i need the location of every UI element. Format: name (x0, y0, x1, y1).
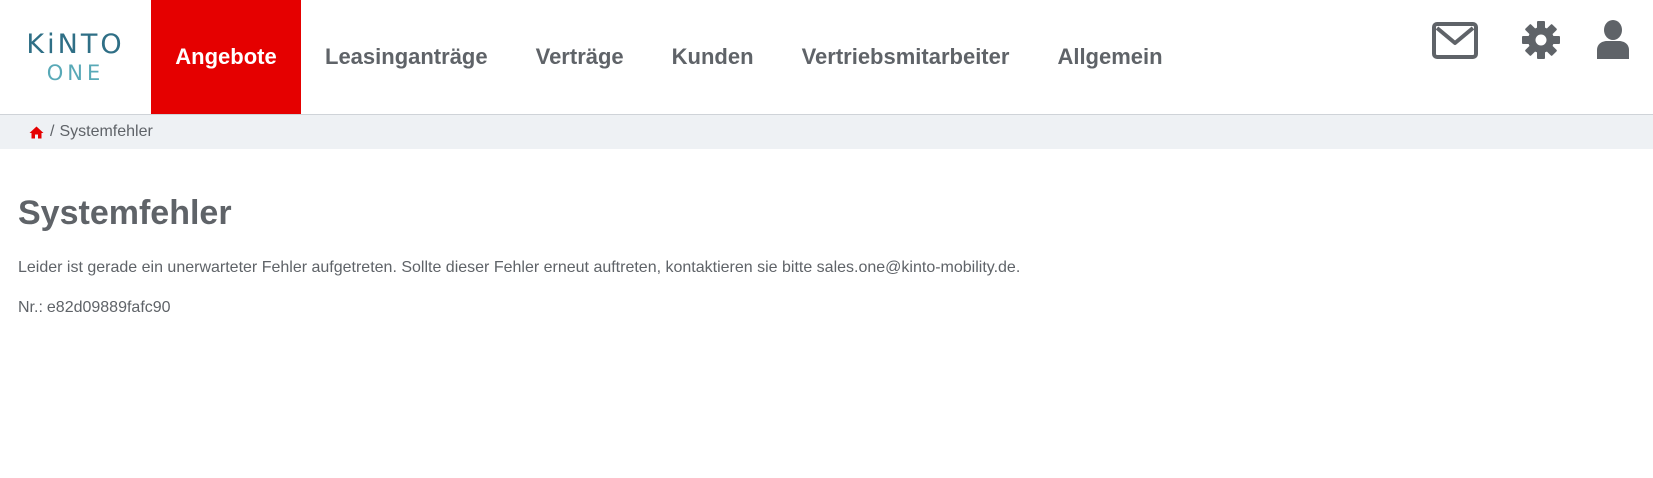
error-message: Leider ist gerade ein unerwarteter Fehle… (18, 259, 1021, 276)
breadcrumb-current: Systemfehler (59, 123, 153, 140)
header-icon-bar (1425, 20, 1653, 80)
error-number-label: Nr.: (18, 299, 43, 316)
main-nav: Angebote Leasinganträge Verträge Kunden … (151, 0, 1187, 114)
breadcrumb: / Systemfehler (0, 115, 1653, 149)
logo-one-text: ONE (46, 61, 105, 85)
error-number-value: e82d09889fafc90 (46, 299, 171, 316)
nav-item-vertriebsmitarbeiter[interactable]: Vertriebsmitarbeiter (778, 0, 1034, 114)
gear-icon[interactable] (1511, 20, 1571, 80)
nav-item-kunden[interactable]: Kunden (648, 0, 778, 114)
user-icon[interactable] (1583, 20, 1643, 80)
error-number: Nr.: e82d09889fafc90 (18, 297, 1635, 319)
kinto-one-logo[interactable]: KiNTO ONE (0, 0, 151, 114)
mail-icon[interactable] (1425, 20, 1485, 80)
page-title: Systemfehler (18, 194, 232, 232)
home-icon[interactable] (29, 126, 44, 139)
nav-item-vertraege[interactable]: Verträge (512, 0, 648, 114)
logo-kinto-text: KiNTO (26, 29, 125, 60)
nav-item-angebote[interactable]: Angebote (151, 0, 301, 114)
nav-item-leasingantraege[interactable]: Leasinganträge (301, 0, 512, 114)
top-header: KiNTO ONE Angebote Leasinganträge Verträ… (0, 0, 1653, 115)
main-content: Systemfehler Leider ist gerade ein unerw… (0, 193, 1653, 319)
breadcrumb-separator: / (50, 123, 55, 140)
nav-item-allgemein[interactable]: Allgemein (1033, 0, 1186, 114)
